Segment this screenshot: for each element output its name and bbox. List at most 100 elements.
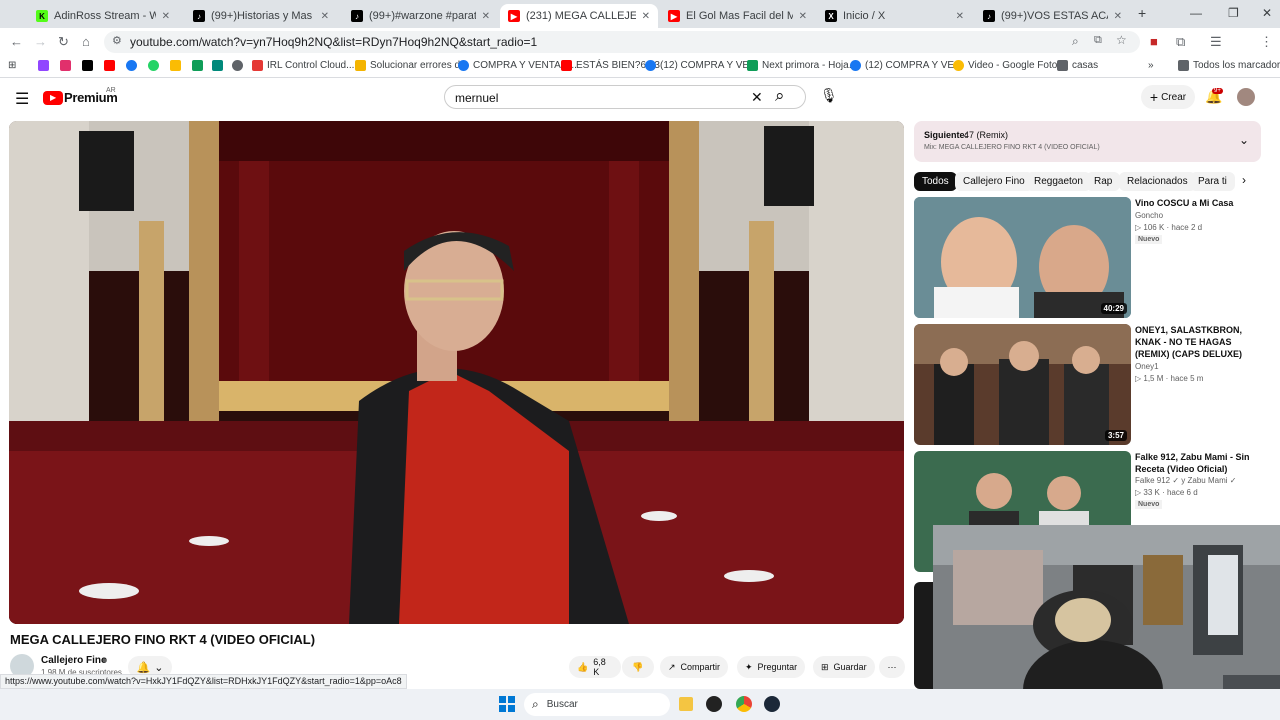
x-logo-icon xyxy=(82,60,93,71)
bookmark-instagram[interactable] xyxy=(60,60,75,71)
bookmark-compra-2[interactable]: (12) COMPRA Y VE... xyxy=(645,60,757,71)
tab-kick[interactable]: K AdinRoss Stream - Watch Live o✕ xyxy=(28,4,178,28)
bookmark-star-icon[interactable]: ☆ xyxy=(1116,33,1127,47)
site-info-icon[interactable]: ⚙ xyxy=(112,34,122,47)
bookmark-drive[interactable] xyxy=(192,60,207,71)
bookmark-solucionar[interactable]: Solucionar errores d... xyxy=(355,60,468,71)
bookmark-casas[interactable]: casas xyxy=(1057,60,1098,71)
close-tab-icon[interactable]: ✕ xyxy=(956,11,964,22)
new-badge: Nuevo xyxy=(1135,500,1163,509)
taskbar-search[interactable]: ⌕ Buscar xyxy=(524,693,670,716)
maximize-button[interactable]: ❐ xyxy=(1228,6,1239,20)
recommended-video[interactable]: 40:29 Vino COSCU a Mi Casa Goncho ▷ 106 … xyxy=(914,197,1264,318)
bookmark-compra-3[interactable]: (12) COMPRA Y VE... xyxy=(850,60,962,71)
tab-youtube-active[interactable]: ▶ (231) MEGA CALLEJERO FINO R✕ xyxy=(500,4,658,28)
rec-title[interactable]: Vino COSCU a Mi Casa xyxy=(1135,197,1263,209)
bookmark-irl[interactable]: IRL Control Cloud... xyxy=(252,60,354,71)
bookmark-facebook[interactable] xyxy=(126,60,141,71)
rec-channel[interactable]: Falke 912 ✓ y Zabu Mami ✓ xyxy=(1135,476,1236,485)
up-next-panel[interactable]: Siguiente: 47 (Remix) Mix: MEGA CALLEJER… xyxy=(914,121,1261,162)
ask-button[interactable]: ✦ Preguntar xyxy=(737,656,806,678)
extension-icon[interactable]: ■ xyxy=(1150,34,1158,49)
search-box[interactable]: mernuel ✕ ⌕ xyxy=(444,85,806,109)
forward-icon[interactable]: → xyxy=(34,34,47,49)
close-window-button[interactable]: ✕ xyxy=(1262,6,1272,20)
address-bar[interactable]: ⚙ youtube.com/watch?v=yn7Hoq9h2NQ&list=R… xyxy=(104,31,1140,53)
account-avatar[interactable] xyxy=(1237,88,1255,106)
bookmark-youtube[interactable] xyxy=(104,60,119,71)
more-actions-button[interactable]: ⋯ xyxy=(879,656,905,678)
close-tab-icon[interactable]: ✕ xyxy=(162,11,170,22)
bookmark-globe[interactable] xyxy=(232,60,247,71)
reload-icon[interactable]: ↻ xyxy=(58,34,69,50)
bookmark-whatsapp[interactable] xyxy=(148,60,163,71)
back-icon[interactable]: ← xyxy=(10,34,23,49)
share-button[interactable]: ↗ Compartir xyxy=(660,656,729,678)
chrome-menu-icon[interactable]: ⋮ xyxy=(1260,34,1273,50)
dislike-button[interactable]: 👎 xyxy=(622,656,654,678)
close-tab-icon[interactable]: ✕ xyxy=(321,11,329,22)
bookmark-google-fotos[interactable]: Video - Google Fotos xyxy=(953,60,1062,71)
chips-next-icon[interactable]: › xyxy=(1242,173,1246,187)
chip-reggaeton[interactable]: Reggaeton xyxy=(1026,172,1091,191)
chip-callejero-fino[interactable]: Callejero Fino xyxy=(955,172,1033,191)
all-bookmarks-folder[interactable]: Todos los marcadores xyxy=(1178,60,1280,71)
share-icon: ↗ xyxy=(668,661,676,672)
rec-title[interactable]: Falke 912, Zabu Mami - Sin Receta (Video… xyxy=(1135,451,1263,475)
menu-icon[interactable]: ☰ xyxy=(15,89,29,109)
recommended-video[interactable]: 3:57 ONEY1, SALASTKBRON, KNAK - NO TE HA… xyxy=(914,324,1264,445)
bookmark-twitch[interactable] xyxy=(38,60,53,71)
search-icon[interactable]: ⌕ xyxy=(775,86,785,106)
file-explorer-icon[interactable] xyxy=(679,697,693,711)
rec-title[interactable]: ONEY1, SALASTKBRON, KNAK - NO TE HAGAS (… xyxy=(1135,324,1263,360)
video-thumbnail[interactable]: 3:57 xyxy=(914,324,1131,445)
reading-list-icon[interactable]: ☰ xyxy=(1210,34,1222,50)
tab-x-inicio[interactable]: X Inicio / X ✕ xyxy=(817,4,972,28)
youtube-logo-icon[interactable]: ▶ xyxy=(43,91,63,105)
save-button[interactable]: ⊞ Guardar xyxy=(813,656,875,678)
create-button[interactable]: + Crear xyxy=(1141,85,1195,109)
rec-channel[interactable]: Goncho xyxy=(1135,211,1163,220)
windows-start-icon[interactable] xyxy=(499,696,515,712)
tab-tiktok-historias[interactable]: ♪ (99+)Historias y Mas (@historia✕ xyxy=(185,4,337,28)
minimize-button[interactable]: — xyxy=(1190,6,1202,20)
chip-para-ti[interactable]: Para ti xyxy=(1190,172,1235,191)
chip-todos[interactable]: Todos xyxy=(914,172,957,191)
tab-tiktok-vos[interactable]: ♪ (99+)VOS ESTAS ACA POR FAM✕ xyxy=(975,4,1130,28)
chrome-icon[interactable] xyxy=(736,696,752,712)
close-tab-icon[interactable]: ✕ xyxy=(1114,11,1122,22)
extensions-puzzle-icon[interactable]: ⧉ xyxy=(1176,34,1185,50)
close-tab-icon[interactable]: ✕ xyxy=(642,11,650,22)
like-button[interactable]: 👍 6,8 K xyxy=(569,656,621,678)
apps-grid-icon[interactable]: ⊞ xyxy=(8,60,16,71)
bookmark-ext[interactable] xyxy=(212,60,227,71)
video-thumbnail[interactable]: 40:29 xyxy=(914,197,1131,318)
close-tab-icon[interactable]: ✕ xyxy=(799,11,807,22)
steam-icon[interactable] xyxy=(764,696,780,712)
tab-tiktok-warzone[interactable]: ♪ (99+)#warzone #parati #ranke✕ xyxy=(343,4,498,28)
clear-search-icon[interactable]: ✕ xyxy=(751,89,763,106)
channel-name[interactable]: Callejero Fino xyxy=(41,655,107,666)
rec-channel[interactable]: Oney1 xyxy=(1135,362,1159,371)
voice-search-icon[interactable]: 🎙 xyxy=(820,87,838,104)
more-bookmarks-icon[interactable]: » xyxy=(1148,60,1154,71)
video-player[interactable] xyxy=(9,121,904,624)
search-input[interactable]: mernuel xyxy=(455,91,498,105)
install-app-icon[interactable]: ⧉ xyxy=(1094,34,1102,47)
close-tab-icon[interactable]: ✕ xyxy=(482,11,490,22)
new-tab-button[interactable]: + xyxy=(1138,5,1146,21)
home-icon[interactable]: ⌂ xyxy=(82,34,90,49)
video-thumbnail[interactable] xyxy=(914,582,934,689)
bookmark-next-primora[interactable]: Next primora - Hoja... xyxy=(747,60,857,71)
zoom-icon[interactable]: ⌕ xyxy=(1072,34,1079,49)
rec-stats: ▷ 106 K · hace 2 d xyxy=(1135,223,1203,232)
tab-youtube-gol[interactable]: ▶ El Gol Mas Facil del Mundo.. E✕ xyxy=(660,4,815,28)
chevron-down-icon[interactable]: ⌄ xyxy=(1239,133,1249,147)
chip-rap[interactable]: Rap xyxy=(1086,172,1121,191)
bookmark-compra-1[interactable]: COMPRA Y VENTA L... xyxy=(458,60,577,71)
up-next-label: Siguiente: xyxy=(924,130,968,140)
bookmark-x[interactable] xyxy=(82,60,97,71)
bookmark-google[interactable] xyxy=(170,60,185,71)
app-icon[interactable] xyxy=(706,696,722,712)
chip-relacionados[interactable]: Relacionados xyxy=(1119,172,1196,191)
